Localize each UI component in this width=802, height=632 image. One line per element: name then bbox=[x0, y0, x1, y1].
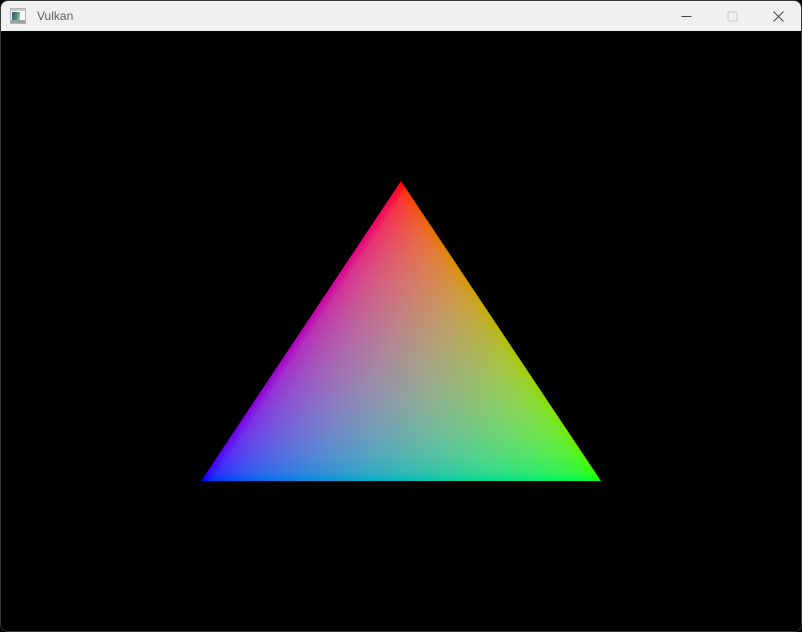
window-title: Vulkan bbox=[37, 9, 74, 23]
minimize-dash-icon bbox=[681, 15, 691, 17]
maximize-button[interactable] bbox=[709, 1, 755, 31]
app-icon-topbar bbox=[11, 9, 25, 11]
app-icon bbox=[10, 8, 26, 24]
vulkan-app-window: Vulkan bbox=[0, 0, 802, 632]
app-icon-picture bbox=[12, 12, 20, 20]
caption-buttons bbox=[663, 1, 801, 31]
close-button[interactable] bbox=[755, 1, 801, 31]
maximize-square-icon bbox=[727, 11, 737, 21]
minimize-button[interactable] bbox=[663, 1, 709, 31]
titlebar[interactable]: Vulkan bbox=[1, 1, 801, 31]
app-icon-bottombar bbox=[11, 20, 25, 23]
render-viewport bbox=[1, 31, 801, 631]
gradient-triangle bbox=[1, 31, 801, 631]
close-x-icon bbox=[772, 10, 784, 22]
